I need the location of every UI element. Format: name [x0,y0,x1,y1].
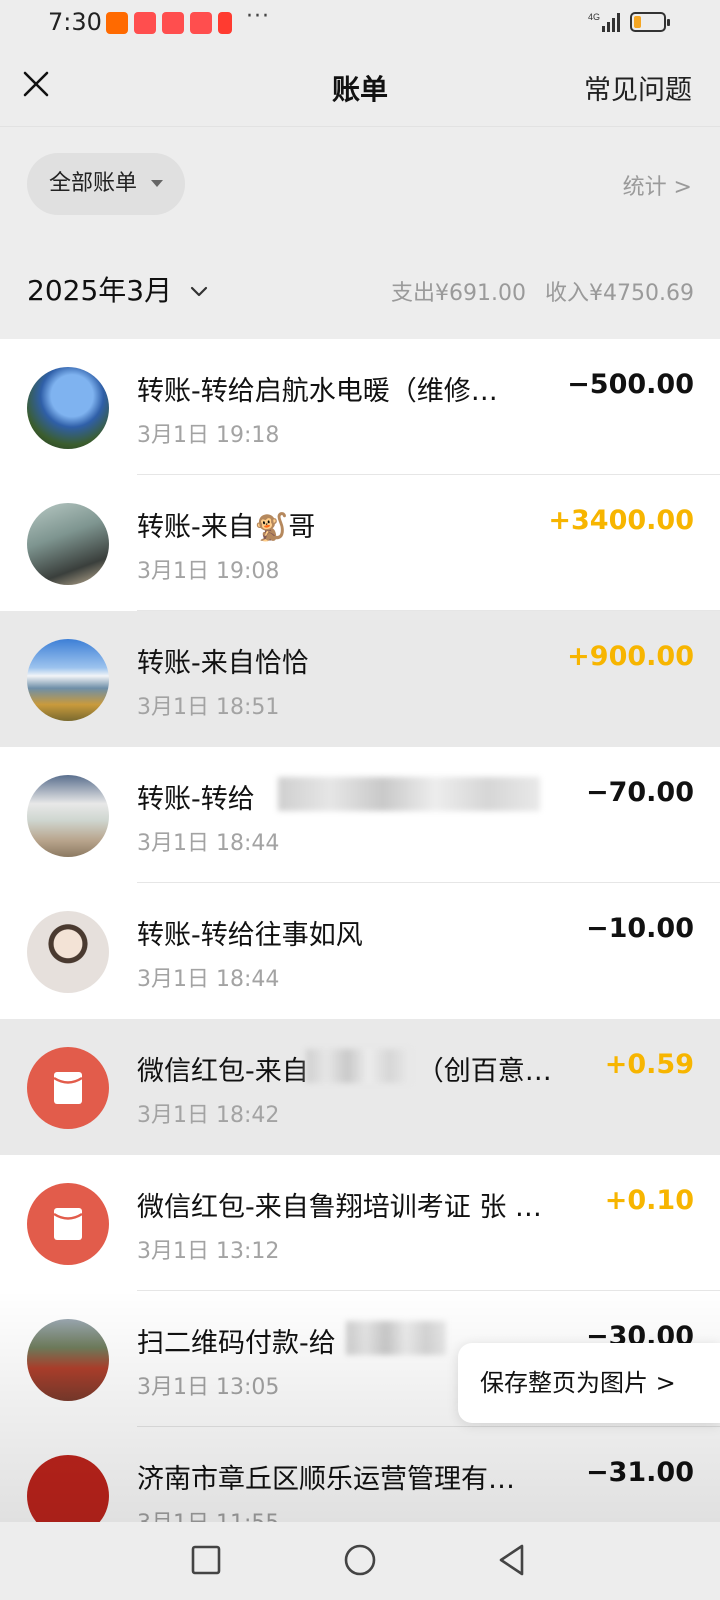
xiaohongshu-icon [162,12,184,34]
redacted-name [346,1321,446,1355]
status-bar: 7:30 ··· 4G [0,0,720,46]
battery-icon [630,12,670,32]
transaction-row[interactable]: 微信红包-来自 （创百意… 3月1日 18:42 +0.59 [0,1019,720,1155]
transaction-title: 济南市章丘区顺乐运营管理有… [137,1464,515,1495]
transaction-time: 3月1日 13:05 [137,1375,280,1400]
photo-people-avatar [27,503,109,585]
header-bar: 账单 常见问题 [0,46,720,127]
transaction-title: 转账-转给 [137,784,255,815]
xiaohongshu-icon [190,12,212,34]
red-packet-icon [27,1047,109,1129]
home-button[interactable] [340,1540,380,1580]
transaction-amount: −500.00 [567,369,694,400]
faq-button[interactable]: 常见问题 [584,68,692,107]
photo-shop-avatar [27,1319,109,1401]
transaction-time: 3月1日 18:42 [137,1103,280,1128]
more-notifications-icon: ··· [246,4,270,29]
transaction-time: 3月1日 19:08 [137,559,280,584]
income-total: 收入¥4750.69 [545,281,694,306]
photo-tree-avatar [27,367,109,449]
transaction-title: 微信红包-来自鲁翔培训考证 张 … [137,1192,542,1223]
chevron-down-icon [190,286,208,297]
transaction-time: 3月1日 13:12 [137,1239,280,1264]
transaction-title: 转账-来自🐒哥 [137,512,316,543]
redacted-name [306,1049,410,1083]
transaction-amount: +0.10 [604,1185,694,1216]
transaction-amount: −31.00 [585,1457,694,1488]
recent-apps-button[interactable] [186,1540,226,1580]
photo-storefront-avatar [27,775,109,857]
transaction-amount: −70.00 [585,777,694,808]
kuaishou-icon [106,12,128,34]
month-picker[interactable]: 2025年3月 [27,269,209,309]
statistics-link[interactable]: 统计 > [623,169,692,201]
month-summary-row: 2025年3月 支出¥691.00 收入¥4750.69 [0,243,720,339]
transaction-time: 3月1日 18:44 [137,967,280,992]
battery-fill [634,16,641,28]
transaction-title: 转账-来自恰恰 [137,648,309,679]
recent-apps-icon [191,1545,221,1575]
save-page-as-image-button[interactable]: 保存整页为图片 > [458,1343,720,1423]
bill-type-filter-label: 全部账单 [49,171,138,196]
status-time: 7:30 [48,8,102,36]
month-label: 2025年3月 [27,274,173,307]
transaction-row[interactable]: 转账-来自🐒哥 3月1日 19:08 +3400.00 [0,475,720,611]
redacted-name [278,777,540,811]
transaction-time: 3月1日 18:44 [137,831,280,856]
transaction-row[interactable]: 转账-转给启航水电暖（维修… 3月1日 19:18 −500.00 [0,339,720,475]
transaction-time: 3月1日 18:51 [137,695,280,720]
transaction-amount: +3400.00 [548,505,694,536]
close-button[interactable] [16,64,56,104]
red-packet-icon [27,1183,109,1265]
svg-text:4G: 4G [588,12,600,22]
cartoon-avatar [27,911,109,993]
expense-total: 支出¥691.00 [391,281,527,306]
transaction-amount: −10.00 [585,913,694,944]
transaction-row[interactable]: 转账-来自恰恰 3月1日 18:51 +900.00 [0,611,720,747]
bill-type-filter[interactable]: 全部账单 [27,153,185,215]
back-icon [499,1544,524,1576]
transaction-row[interactable]: 微信红包-来自鲁翔培训考证 张 … 3月1日 13:12 +0.10 [0,1155,720,1291]
fire-icon [218,12,232,34]
transaction-title: 转账-转给启航水电暖（维修… [137,376,498,407]
transaction-title: 扫二维码付款-给 [137,1328,336,1359]
filter-row: 全部账单 统计 > [0,127,720,243]
photo-mountain-avatar [27,639,109,721]
caret-down-icon [151,180,163,187]
transaction-amount: +0.59 [604,1049,694,1080]
transaction-row[interactable]: 转账-转给往事如风 3月1日 18:44 −10.00 [0,883,720,1019]
transaction-title: 转账-转给往事如风 [137,920,363,951]
close-icon [23,71,49,97]
transaction-amount: +900.00 [567,641,694,672]
signal-4g-icon: 4G [588,12,620,32]
back-button[interactable] [492,1540,532,1580]
transaction-row[interactable]: 转账-转给 3月1日 18:44 −70.00 [0,747,720,883]
month-totals: 支出¥691.00 收入¥4750.69 [379,275,694,307]
transaction-time: 3月1日 19:18 [137,423,280,448]
xiaohongshu-icon [134,12,156,34]
system-navigation-bar [0,1522,720,1600]
home-icon [344,1544,376,1576]
